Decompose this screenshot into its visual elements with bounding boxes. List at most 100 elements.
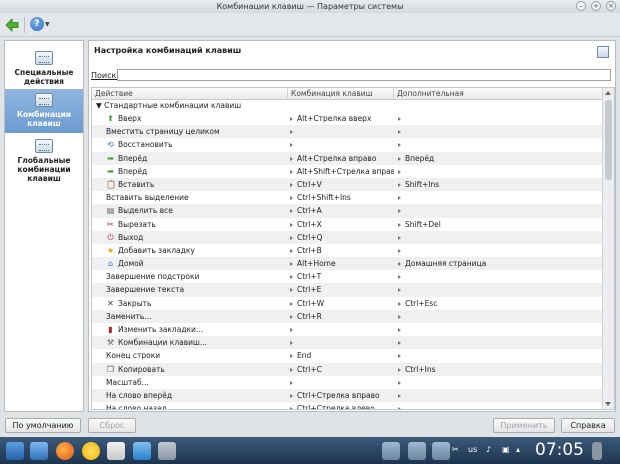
vertical-scrollbar[interactable] [602, 88, 614, 409]
alternate-cell[interactable]: Shift+Del [398, 218, 508, 231]
shortcut-cell[interactable] [290, 125, 394, 138]
file-manager-icon[interactable] [30, 442, 48, 460]
maximize-button[interactable]: + [591, 1, 601, 11]
shortcut-cell[interactable]: Ctrl+Q [290, 231, 394, 244]
alternate-cell[interactable]: Shift+Ins [398, 178, 508, 191]
close-button[interactable]: × [606, 1, 616, 11]
table-row[interactable]: Масштаб... [92, 376, 602, 389]
shortcut-cell[interactable]: Ctrl+V [290, 178, 394, 191]
task-window-icon[interactable] [382, 442, 400, 460]
group-row[interactable]: ▼ Стандартные комбинации клавиш [92, 100, 602, 112]
search-input[interactable] [117, 69, 611, 81]
shortcut-cell[interactable] [290, 323, 394, 336]
table-row[interactable]: ❐ Копировать Ctrl+C Ctrl+Ins [92, 362, 602, 376]
shortcut-cell[interactable]: Alt+Стрелка вверх [290, 112, 394, 125]
defaults-button[interactable]: По умолчанию [5, 418, 81, 433]
shortcut-cell[interactable]: Ctrl+X [290, 218, 394, 231]
shortcut-cell[interactable]: Ctrl+T [290, 270, 394, 283]
table-row[interactable]: ⟲ Восстановить [92, 138, 602, 151]
shortcut-cell[interactable] [290, 138, 394, 151]
alternate-cell[interactable]: Вперёд [398, 152, 508, 165]
table-row[interactable]: Вместить страницу целиком [92, 125, 602, 139]
alternate-cell[interactable] [398, 310, 508, 323]
sidebar-item-global-shortcuts[interactable]: Глобальные комбинации клавиш [5, 135, 83, 185]
table-row[interactable]: ➡ Вперёд Alt+Shift+Стрелка вправо [92, 165, 602, 178]
task-window-icon[interactable] [432, 442, 450, 460]
scrollbar-thumb[interactable] [605, 100, 612, 180]
shortcut-cell[interactable]: Alt+Home [290, 257, 394, 270]
alternate-cell[interactable] [398, 165, 508, 178]
table-row[interactable]: ⏻ Выход Ctrl+Q [92, 230, 602, 244]
alternate-cell[interactable] [398, 112, 508, 125]
alternate-cell[interactable]: Домашняя страница [398, 257, 508, 270]
browser-icon[interactable] [56, 442, 74, 460]
alternate-cell[interactable] [398, 191, 508, 204]
shortcut-cell[interactable]: Ctrl+C [290, 363, 394, 376]
alternate-cell[interactable] [398, 138, 508, 151]
table-row[interactable]: ★ Добавить закладку Ctrl+B [92, 244, 602, 257]
alternate-cell[interactable] [398, 270, 508, 283]
network-icon[interactable]: ▣ [502, 445, 510, 454]
table-row[interactable]: ➡ Вперёд Alt+Стрелка вправо Вперёд [92, 151, 602, 165]
alternate-cell[interactable] [398, 244, 508, 257]
tray-expand-icon[interactable]: ▴ [516, 445, 520, 454]
table-row[interactable]: ⬆ Вверх Alt+Стрелка вверх [92, 112, 602, 125]
table-row[interactable]: Завершение текста Ctrl+E [92, 283, 602, 297]
shortcut-cell[interactable]: End [290, 349, 394, 362]
alternate-cell[interactable] [398, 204, 508, 217]
shortcut-cell[interactable]: Ctrl+E [290, 283, 394, 296]
table-row[interactable]: Вставить выделение Ctrl+Shift+Ins [92, 191, 602, 204]
table-row[interactable]: Заменить... Ctrl+R [92, 309, 602, 323]
table-row[interactable]: Конец строки End [92, 349, 602, 362]
shortcut-cell[interactable]: Ctrl+R [290, 310, 394, 323]
column-header-action[interactable]: Действие [92, 88, 288, 100]
shortcut-cell[interactable]: Ctrl+W [290, 297, 394, 310]
alternate-cell[interactable] [398, 376, 508, 389]
alternate-cell[interactable] [398, 402, 508, 409]
alternate-cell[interactable] [398, 336, 508, 349]
shortcut-cell[interactable]: Ctrl+Shift+Ins [290, 191, 394, 204]
scissors-tray-icon[interactable]: ✂ [452, 445, 459, 454]
alternate-cell[interactable] [398, 389, 508, 402]
shortcut-cell[interactable]: Ctrl+B [290, 244, 394, 257]
trash-icon[interactable] [592, 442, 602, 460]
table-row[interactable]: ✂ Вырезать Ctrl+X Shift+Del [92, 218, 602, 231]
start-menu-icon[interactable] [6, 442, 24, 460]
alternate-cell[interactable] [398, 283, 508, 296]
task-window-icon[interactable] [408, 442, 426, 460]
shortcut-cell[interactable] [290, 376, 394, 389]
alternate-cell[interactable] [398, 323, 508, 336]
chevron-down-icon[interactable]: ▼ [45, 21, 50, 28]
table-row[interactable]: ⚒ Комбинации клавиш... [92, 336, 602, 350]
reset-button[interactable]: Сброс [88, 418, 136, 433]
shortcut-cell[interactable] [290, 336, 394, 349]
apply-button[interactable]: Применить [493, 418, 555, 433]
table-row[interactable]: 📋 Вставить Ctrl+V Shift+Ins [92, 177, 602, 192]
scroll-down-icon[interactable] [605, 402, 611, 406]
help-icon[interactable]: ? [30, 17, 44, 31]
shortcut-cell[interactable]: Ctrl+A [290, 204, 394, 217]
alternate-cell[interactable] [398, 231, 508, 244]
help-button[interactable]: Справка [561, 418, 615, 433]
keyboard-layout-indicator[interactable]: us [468, 445, 477, 454]
mail-icon[interactable] [107, 442, 125, 460]
table-row[interactable]: На слово назад Ctrl+Стрелка влево [92, 402, 602, 409]
minimize-button[interactable]: – [576, 1, 586, 11]
alternate-cell[interactable] [398, 125, 508, 138]
table-row[interactable]: Завершение подстроки Ctrl+T [92, 270, 602, 283]
back-arrow-icon[interactable] [5, 18, 19, 32]
shortcut-cell[interactable]: Ctrl+Стрелка вправо [290, 389, 394, 402]
clock[interactable]: 07:05 [535, 440, 584, 460]
shortcut-cell[interactable]: Alt+Стрелка вправо [290, 152, 394, 165]
expand-triangle-icon[interactable]: ▼ [96, 101, 102, 110]
settings-icon[interactable] [158, 442, 176, 460]
sidebar-item-special-actions[interactable]: Специальные действия [5, 47, 83, 89]
messenger-icon[interactable] [82, 442, 100, 460]
table-row[interactable]: ✕ Закрыть Ctrl+W Ctrl+Esc [92, 297, 602, 310]
column-header-shortcut[interactable]: Комбинация клавиш [288, 88, 394, 100]
alternate-cell[interactable]: Ctrl+Esc [398, 297, 508, 310]
volume-icon[interactable]: ♪ [486, 445, 491, 454]
table-row[interactable]: ▮ Изменить закладки... [92, 323, 602, 336]
shortcut-cell[interactable]: Ctrl+Стрелка влево [290, 402, 394, 409]
table-row[interactable]: ▤ Выделить все Ctrl+A [92, 204, 602, 218]
